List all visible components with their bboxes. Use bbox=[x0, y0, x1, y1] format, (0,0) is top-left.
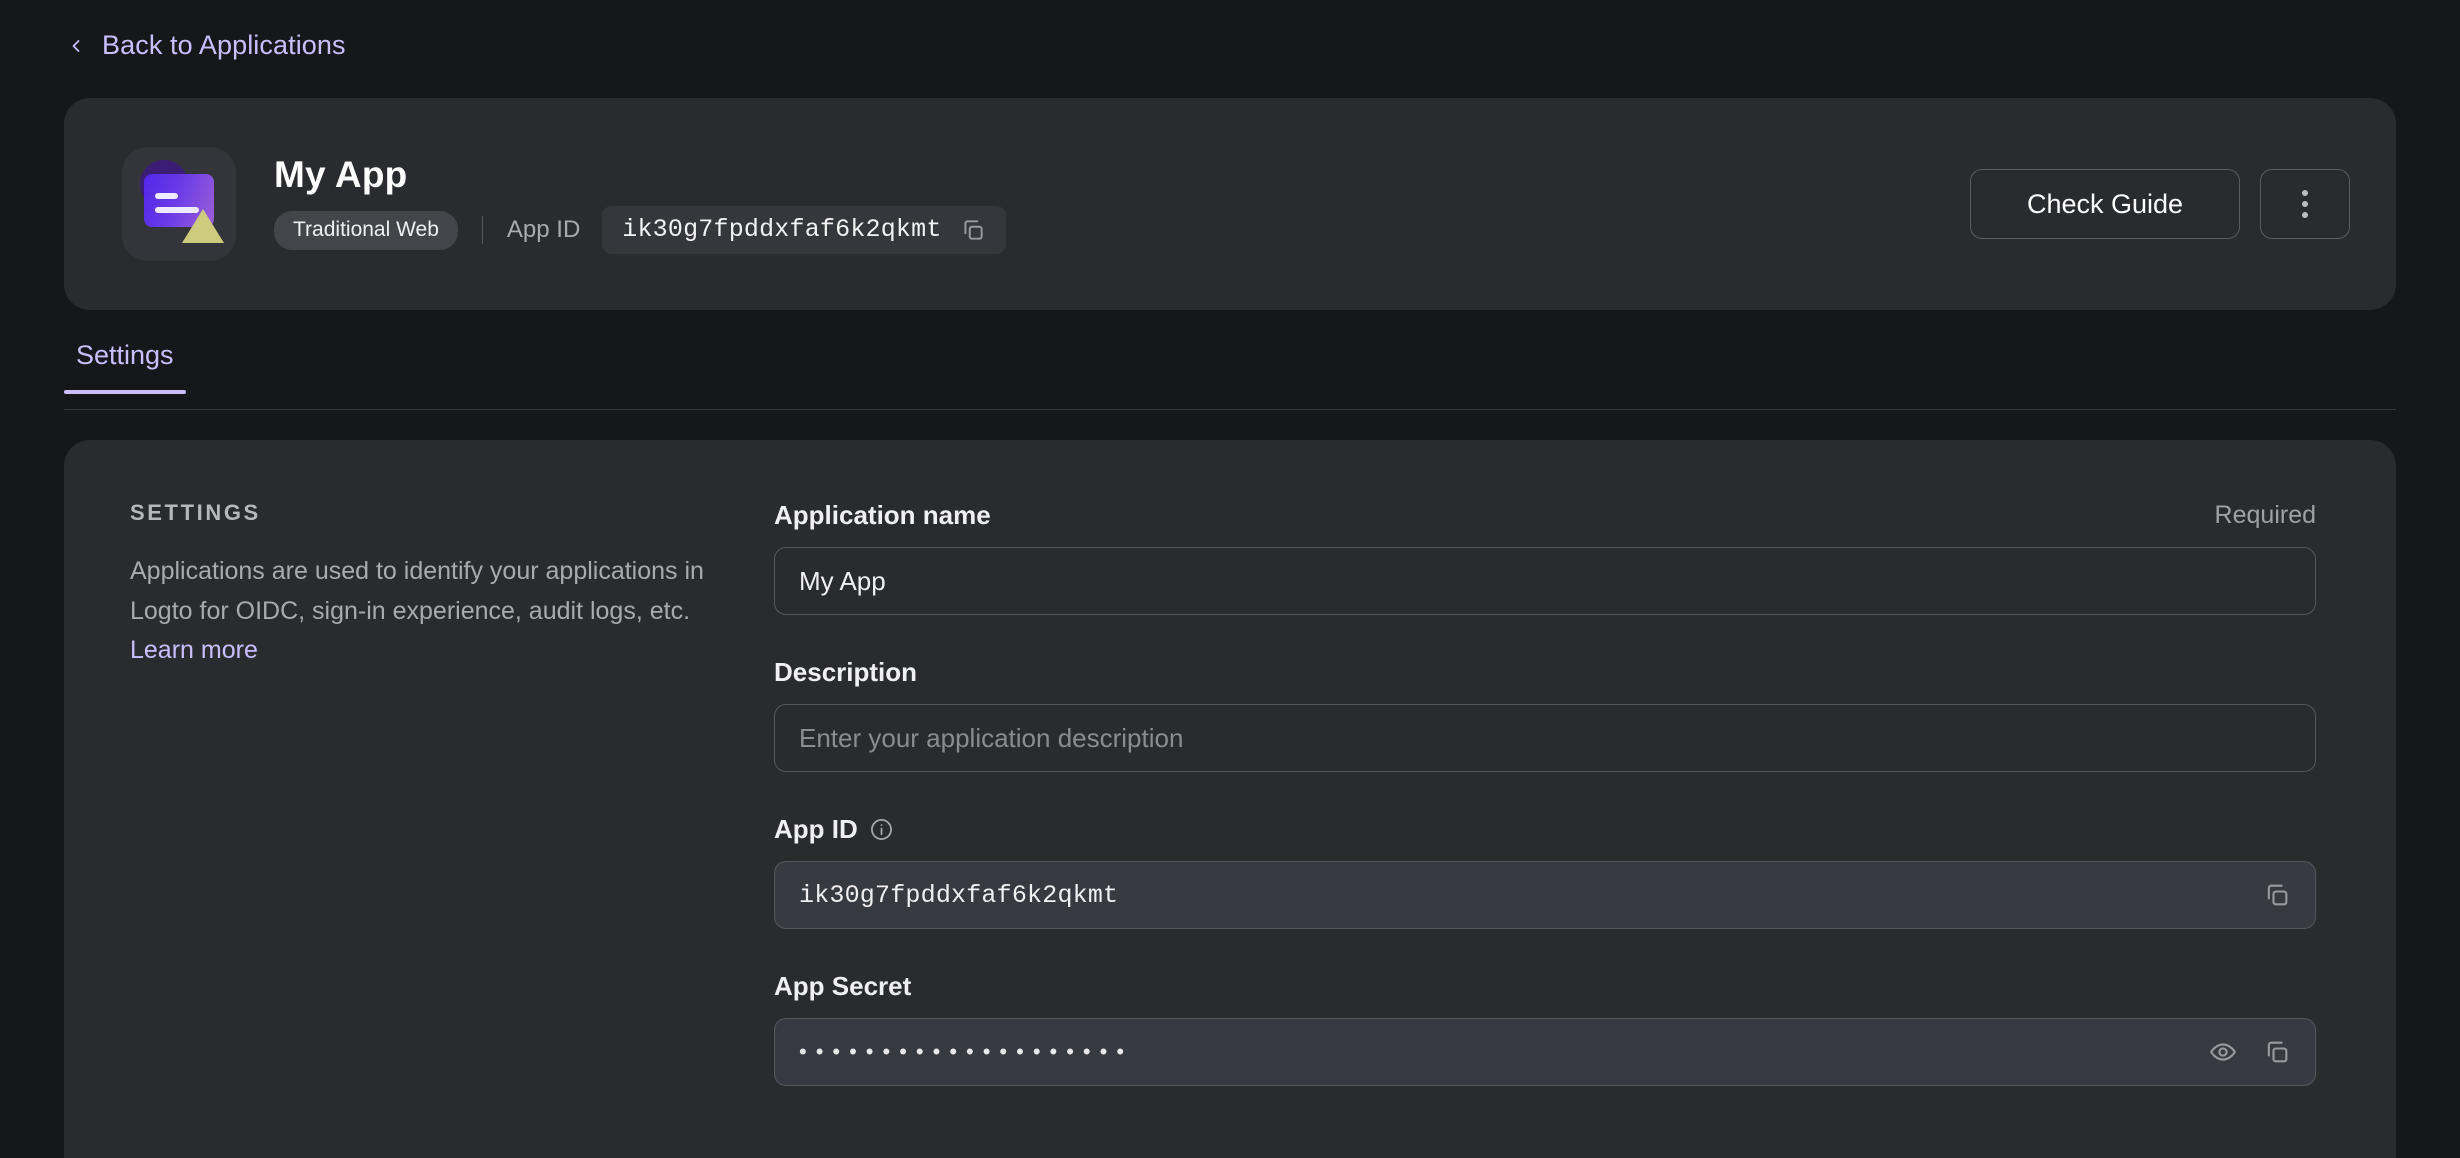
learn-more-link[interactable]: Learn more bbox=[130, 636, 258, 664]
settings-description-column: SETTINGS Applications are used to identi… bbox=[64, 500, 774, 1158]
more-dot-3 bbox=[2302, 212, 2308, 218]
app-secret-input-wrap[interactable]: •••••••••••••••••••• bbox=[774, 1018, 2316, 1086]
app-id-input-wrap[interactable] bbox=[774, 861, 2316, 929]
app-meta: My App Traditional Web App ID ik30g7fpdd… bbox=[274, 154, 1006, 254]
copy-icon[interactable] bbox=[2263, 881, 2291, 909]
application-details-page: Back to Applications My App Traditional … bbox=[0, 0, 2460, 1158]
app-secret-field: App Secret •••••••••••••••••••• bbox=[774, 971, 2316, 1086]
application-name-required-text: Required bbox=[2214, 501, 2316, 529]
vertical-divider bbox=[481, 216, 483, 244]
description-field: Description bbox=[774, 657, 2316, 772]
settings-content-card: SETTINGS Applications are used to identi… bbox=[64, 440, 2396, 1158]
app-secret-masked-value: •••••••••••••••••••• bbox=[799, 1039, 1134, 1064]
app-logo-line-1 bbox=[155, 193, 178, 199]
application-name-label: Application name bbox=[774, 500, 991, 530]
settings-description-text: Applications are used to identify your a… bbox=[130, 557, 704, 625]
check-guide-button[interactable]: Check Guide bbox=[1970, 169, 2240, 239]
application-name-input-wrap[interactable] bbox=[774, 547, 2316, 615]
app-id-actions bbox=[2263, 881, 2291, 909]
header-actions: Check Guide bbox=[1970, 169, 2350, 239]
more-dot-2 bbox=[2302, 201, 2308, 207]
app-id-field-head: App ID bbox=[774, 814, 2316, 845]
application-name-field: Application name Required bbox=[774, 500, 2316, 615]
page-title: My App bbox=[274, 154, 408, 195]
app-secret-field-head: App Secret bbox=[774, 971, 2316, 1002]
copy-icon[interactable] bbox=[2263, 1038, 2291, 1066]
settings-form-column: Application name Required Description bbox=[774, 500, 2396, 1158]
app-header-card: My App Traditional Web App ID ik30g7fpdd… bbox=[64, 98, 2396, 310]
settings-section-eyebrow: SETTINGS bbox=[130, 500, 261, 525]
tab-bar: Settings bbox=[64, 340, 2396, 410]
app-subrow: Traditional Web App ID ik30g7fpddxfaf6k2… bbox=[274, 206, 1006, 254]
copy-icon[interactable] bbox=[960, 217, 986, 243]
app-id-field-label: App ID bbox=[774, 814, 858, 844]
app-logo-triangle bbox=[182, 209, 224, 243]
chevron-left-icon bbox=[66, 36, 86, 56]
application-name-input[interactable] bbox=[799, 565, 2291, 597]
app-type-badge: Traditional Web bbox=[274, 210, 458, 250]
description-field-head: Description bbox=[774, 657, 2316, 688]
info-circle-icon[interactable] bbox=[870, 818, 893, 841]
app-secret-label: App Secret bbox=[774, 971, 912, 1001]
description-input-wrap[interactable] bbox=[774, 704, 2316, 772]
description-label: Description bbox=[774, 657, 918, 687]
app-id-input[interactable] bbox=[799, 880, 2247, 910]
tab-settings[interactable]: Settings bbox=[64, 340, 186, 394]
app-logo-icon bbox=[122, 147, 236, 261]
eye-icon[interactable] bbox=[2209, 1038, 2237, 1066]
back-link-label: Back to Applications bbox=[102, 30, 346, 60]
app-id-value: ik30g7fpddxfaf6k2qkmt bbox=[622, 215, 942, 244]
app-id-label: App ID bbox=[506, 216, 581, 243]
back-to-applications-link[interactable]: Back to Applications bbox=[66, 30, 346, 61]
app-id-chip: ik30g7fpddxfaf6k2qkmt bbox=[602, 206, 1006, 254]
description-input[interactable] bbox=[799, 722, 2291, 754]
app-id-field: App ID bbox=[774, 814, 2316, 929]
more-dot-1 bbox=[2302, 190, 2308, 196]
app-secret-actions bbox=[2209, 1038, 2291, 1066]
more-vertical-icon[interactable] bbox=[2260, 169, 2350, 239]
application-name-field-head: Application name Required bbox=[774, 500, 2316, 531]
settings-section-description: Applications are used to identify your a… bbox=[130, 552, 714, 671]
